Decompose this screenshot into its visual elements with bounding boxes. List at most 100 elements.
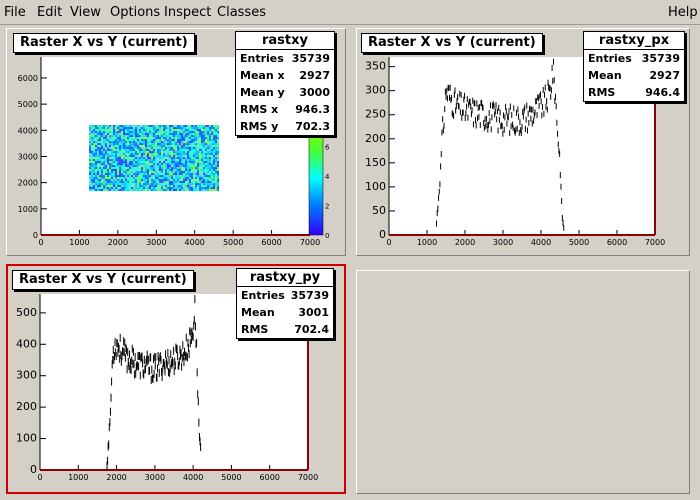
x-tick-label: 6000 [261, 238, 281, 247]
x-tick-label: 2000 [455, 238, 475, 247]
stats-label: RMS x [240, 103, 279, 116]
y-tick-label: 500 [16, 306, 37, 319]
x-tick-label: 4000 [531, 238, 551, 247]
x-tick-label: 7000 [300, 238, 320, 247]
y-tick-label: 300 [16, 369, 37, 382]
stats-value: 946.4 [645, 86, 680, 99]
pad-title: Raster X vs Y (current) [361, 33, 543, 53]
x-tick-label: 3000 [145, 473, 165, 482]
menu-inspect[interactable]: Inspect [164, 5, 211, 20]
x-tick-label: 3000 [146, 238, 166, 247]
stats-label: Mean [241, 306, 275, 319]
pad-title: Raster X vs Y (current) [12, 270, 194, 290]
stats-value: 35739 [290, 289, 329, 302]
x-tick-label: 4000 [183, 473, 203, 482]
stats-row: Mean 3001 [237, 304, 333, 321]
pad-title: Raster X vs Y (current) [13, 33, 195, 53]
y-tick-label: 150 [365, 156, 386, 169]
stats-row: Entries 35739 [236, 50, 334, 67]
x-tick-label: 1000 [68, 473, 88, 482]
stats-value: 946.3 [295, 103, 330, 116]
x-tick-label: 4000 [185, 238, 205, 247]
stats-name: rastxy_py [237, 269, 333, 287]
x-tick-label: 6000 [607, 238, 627, 247]
y-tick-label: 100 [16, 432, 37, 445]
menu-options[interactable]: Options [110, 5, 160, 20]
pad-rastxy-px[interactable]: 0 1000 2000 3000 4000 5000 6000 7000 0 50 100 150 20… [356, 28, 690, 256]
stats-label: Entries [241, 289, 285, 302]
y-tick-label: 0 [33, 231, 38, 240]
y-tick-label: 200 [16, 400, 37, 413]
y-tick-label: 400 [16, 337, 37, 350]
stats-name: rastxy_px [584, 32, 684, 50]
y-tick-label: 0 [30, 463, 37, 476]
stats-row: Mean y 3000 [236, 84, 334, 101]
y-tick-label: 4000 [18, 126, 38, 135]
stats-label: RMS [241, 323, 269, 336]
menu-file[interactable]: File [4, 5, 26, 20]
stats-label: RMS y [240, 120, 279, 133]
stats-value: 35739 [291, 52, 330, 65]
x-tick-label: 0 [386, 238, 391, 247]
stats-label: Mean x [240, 69, 285, 82]
stats-label: Mean [588, 69, 622, 82]
stats-row: RMS 946.4 [584, 84, 684, 101]
x-tick-label: 2000 [108, 238, 128, 247]
y-tick-label: 300 [365, 84, 386, 97]
y-tick-label: 3000 [18, 152, 38, 161]
x-tick-label: 1000 [69, 238, 89, 247]
y-tick-label: 6000 [18, 74, 38, 83]
stats-label: Mean y [240, 86, 285, 99]
pad-rastxy-py[interactable]: 0 1000 2000 3000 4000 5000 6000 7000 0 100 200 300 4… [6, 264, 346, 494]
y-tick-label: 5000 [18, 100, 38, 109]
stats-row: Mean x 2927 [236, 67, 334, 84]
stats-row: RMS 702.4 [237, 321, 333, 338]
x-tick-label: 7000 [645, 238, 665, 247]
pad-empty[interactable] [356, 270, 690, 494]
x-tick-label: 5000 [569, 238, 589, 247]
y-tick-label: 1000 [18, 205, 38, 214]
stats-row: Entries 35739 [584, 50, 684, 67]
menu-help[interactable]: Help [668, 5, 698, 20]
menu-edit[interactable]: Edit [37, 5, 62, 20]
stats-value: 3001 [298, 306, 329, 319]
y-tick-label: 50 [372, 204, 386, 217]
x-tick-label: 0 [37, 473, 42, 482]
x-tick-label: 5000 [223, 238, 243, 247]
y-tick-label: 350 [365, 60, 386, 73]
z-tick-label: 6 [325, 144, 330, 152]
stats-row: RMS x 946.3 [236, 101, 334, 118]
menu-bar: File Edit View Options Inspect Classes H… [0, 0, 700, 25]
stats-value: 702.3 [295, 120, 330, 133]
menu-view[interactable]: View [70, 5, 101, 20]
heatmap-cells [89, 125, 220, 192]
menu-classes[interactable]: Classes [217, 5, 266, 20]
stats-value: 2927 [649, 69, 680, 82]
stats-box: rastxy Entries 35739 Mean x 2927 Mean y 300… [235, 31, 335, 136]
z-tick-label: 0 [325, 232, 329, 240]
stats-label: Entries [588, 52, 632, 65]
y-tick-label: 100 [365, 180, 386, 193]
x-tick-label: 2000 [106, 473, 126, 482]
stats-label: RMS [588, 86, 616, 99]
z-tick-label: 4 [325, 173, 330, 181]
x-tick-label: 7000 [298, 473, 318, 482]
z-tick-label: 2 [325, 203, 329, 211]
x-tick-label: 3000 [493, 238, 513, 247]
stats-row: Entries 35739 [237, 287, 333, 304]
x-tick-label: 0 [38, 238, 43, 247]
stats-value: 35739 [641, 52, 680, 65]
y-tick-label: 0 [379, 228, 386, 241]
stats-row: Mean 2927 [584, 67, 684, 84]
stats-box: rastxy_py Entries 35739 Mean 3001 RMS 702.4 [236, 268, 334, 339]
color-scale-bar [308, 131, 324, 236]
stats-value: 702.4 [294, 323, 329, 336]
stats-label: Entries [240, 52, 284, 65]
y-tick-label: 250 [365, 108, 386, 121]
stats-box: rastxy_px Entries 35739 Mean 2927 RMS 946.4 [583, 31, 685, 102]
x-tick-label: 5000 [221, 473, 241, 482]
x-tick-label: 6000 [260, 473, 280, 482]
pad-rastxy[interactable]: 0 1000 2000 3000 4000 5000 6000 7000 0 1000 2000 30… [6, 28, 346, 256]
x-tick-label: 1000 [417, 238, 437, 247]
y-tick-label: 2000 [18, 179, 38, 188]
